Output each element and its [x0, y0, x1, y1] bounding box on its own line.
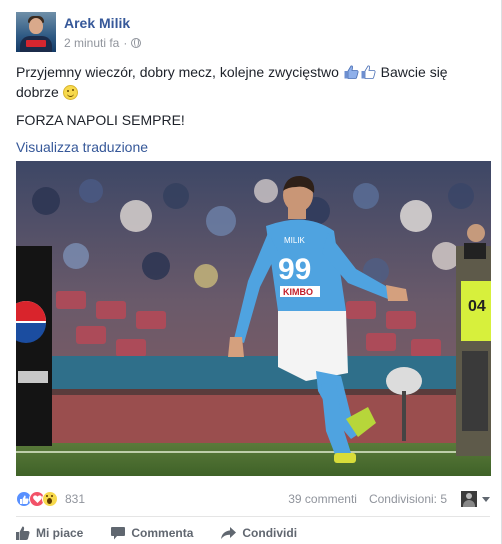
comment-button-label: Commenta	[131, 526, 194, 540]
globe-icon[interactable]	[131, 38, 142, 48]
share-arrow-icon	[221, 527, 237, 539]
jersey-number: 99	[278, 253, 311, 286]
separator: ·	[123, 36, 128, 50]
post-text-part1: Przyjemny wieczór, dobry mecz, kolejne z…	[16, 64, 339, 80]
like-button[interactable]: Mi piace	[16, 526, 83, 540]
jersey-sponsor: KIMBO	[283, 287, 313, 297]
share-button[interactable]: Condividi	[221, 526, 297, 540]
thumbs-up-icon-2	[361, 65, 376, 79]
jersey-name: MILIK	[284, 236, 306, 245]
facebook-post: Arek Milik 2 minuti fa · Przyjemny wiecz…	[0, 0, 502, 544]
reactions-summary[interactable]: 831	[16, 491, 85, 507]
photo-illustration: 04 MILIK 99 KIMBO	[16, 161, 491, 476]
viewer-avatar	[461, 491, 477, 507]
share-button-label: Condividi	[242, 526, 298, 540]
shares-count[interactable]: Condivisioni: 5	[369, 492, 447, 506]
post-header: Arek Milik 2 minuti fa ·	[16, 12, 142, 52]
post-photo[interactable]: 04 MILIK 99 KIMBO	[16, 161, 491, 476]
post-actions: Mi piace Commenta Condividi	[16, 522, 325, 544]
like-button-label: Mi piace	[36, 526, 84, 540]
post-text-line2: FORZA NAPOLI SEMPRE!	[16, 112, 185, 128]
avatar-logo	[26, 40, 46, 47]
post-meta: Arek Milik 2 minuti fa ·	[64, 12, 142, 51]
comments-count[interactable]: 39 commenti	[288, 492, 357, 506]
smile-emoji-icon	[62, 85, 78, 100]
see-translation-link[interactable]: Visualizza traduzione	[16, 138, 486, 156]
photographer-bib-number: 04	[468, 298, 486, 315]
stats-divider	[16, 516, 490, 517]
chevron-down-icon	[482, 496, 490, 502]
timestamp-row: 2 minuti fa ·	[64, 35, 142, 51]
author-avatar[interactable]	[16, 12, 56, 52]
thumbs-up-icon	[344, 65, 359, 79]
post-text-line1: Przyjemny wieczór, dobry mecz, kolejne z…	[16, 62, 486, 102]
post-text: Przyjemny wieczór, dobry mecz, kolejne z…	[16, 62, 486, 156]
speech-bubble-icon	[111, 526, 126, 539]
timestamp[interactable]: 2 minuti fa	[64, 35, 119, 51]
comment-button[interactable]: Commenta	[111, 526, 193, 540]
author-name[interactable]: Arek Milik	[64, 14, 141, 32]
thumbs-up-icon	[16, 526, 30, 540]
reaction-as-selector[interactable]	[461, 491, 490, 507]
reactions-count[interactable]: 831	[65, 492, 85, 506]
post-stats: 831 39 commenti Condivisioni: 5	[16, 488, 490, 510]
wow-reaction-icon	[42, 491, 58, 507]
